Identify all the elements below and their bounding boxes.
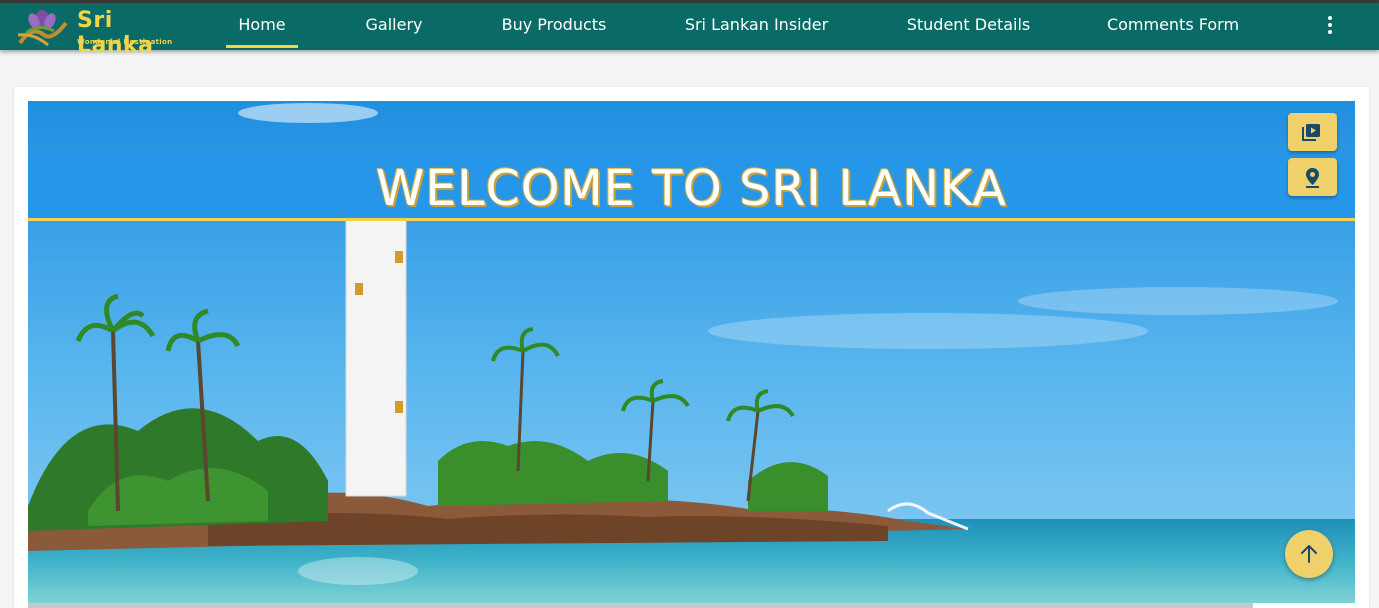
nav-item-gallery[interactable]: Gallery bbox=[355, 3, 433, 50]
location-button[interactable] bbox=[1288, 158, 1337, 196]
brand-tagline: Wonderful Destination bbox=[77, 38, 173, 46]
location-pin-icon bbox=[1306, 168, 1319, 188]
nav-item-home[interactable]: Home bbox=[226, 3, 298, 50]
nav-item-student-details[interactable]: Student Details bbox=[898, 3, 1039, 50]
scroll-to-top-button[interactable] bbox=[1285, 530, 1333, 578]
arrow-up-icon bbox=[1301, 545, 1317, 563]
video-library-button[interactable] bbox=[1288, 113, 1337, 151]
hero-image: WELCOME TO SRI LANKA bbox=[28, 101, 1355, 603]
horizontal-scrollbar[interactable] bbox=[28, 603, 1253, 608]
nav-item-comments-form[interactable]: Comments Form bbox=[1100, 3, 1246, 50]
nav-item-buy-products[interactable]: Buy Products bbox=[494, 3, 614, 50]
more-vert-icon[interactable] bbox=[1318, 13, 1342, 39]
nav-item-sri-lankan-insider[interactable]: Sri Lankan Insider bbox=[675, 3, 838, 50]
welcome-banner: WELCOME TO SRI LANKA bbox=[28, 154, 1355, 221]
welcome-heading: WELCOME TO SRI LANKA bbox=[376, 160, 1007, 217]
lotus-logo-icon bbox=[17, 10, 68, 47]
video-library-icon bbox=[1302, 124, 1320, 141]
brand-logo[interactable]: Sri Lanka Wonderful Destination bbox=[14, 5, 184, 58]
navbar: Sri Lanka Wonderful Destination Home Gal… bbox=[0, 3, 1379, 58]
brand-title: Sri Lanka bbox=[77, 8, 154, 58]
